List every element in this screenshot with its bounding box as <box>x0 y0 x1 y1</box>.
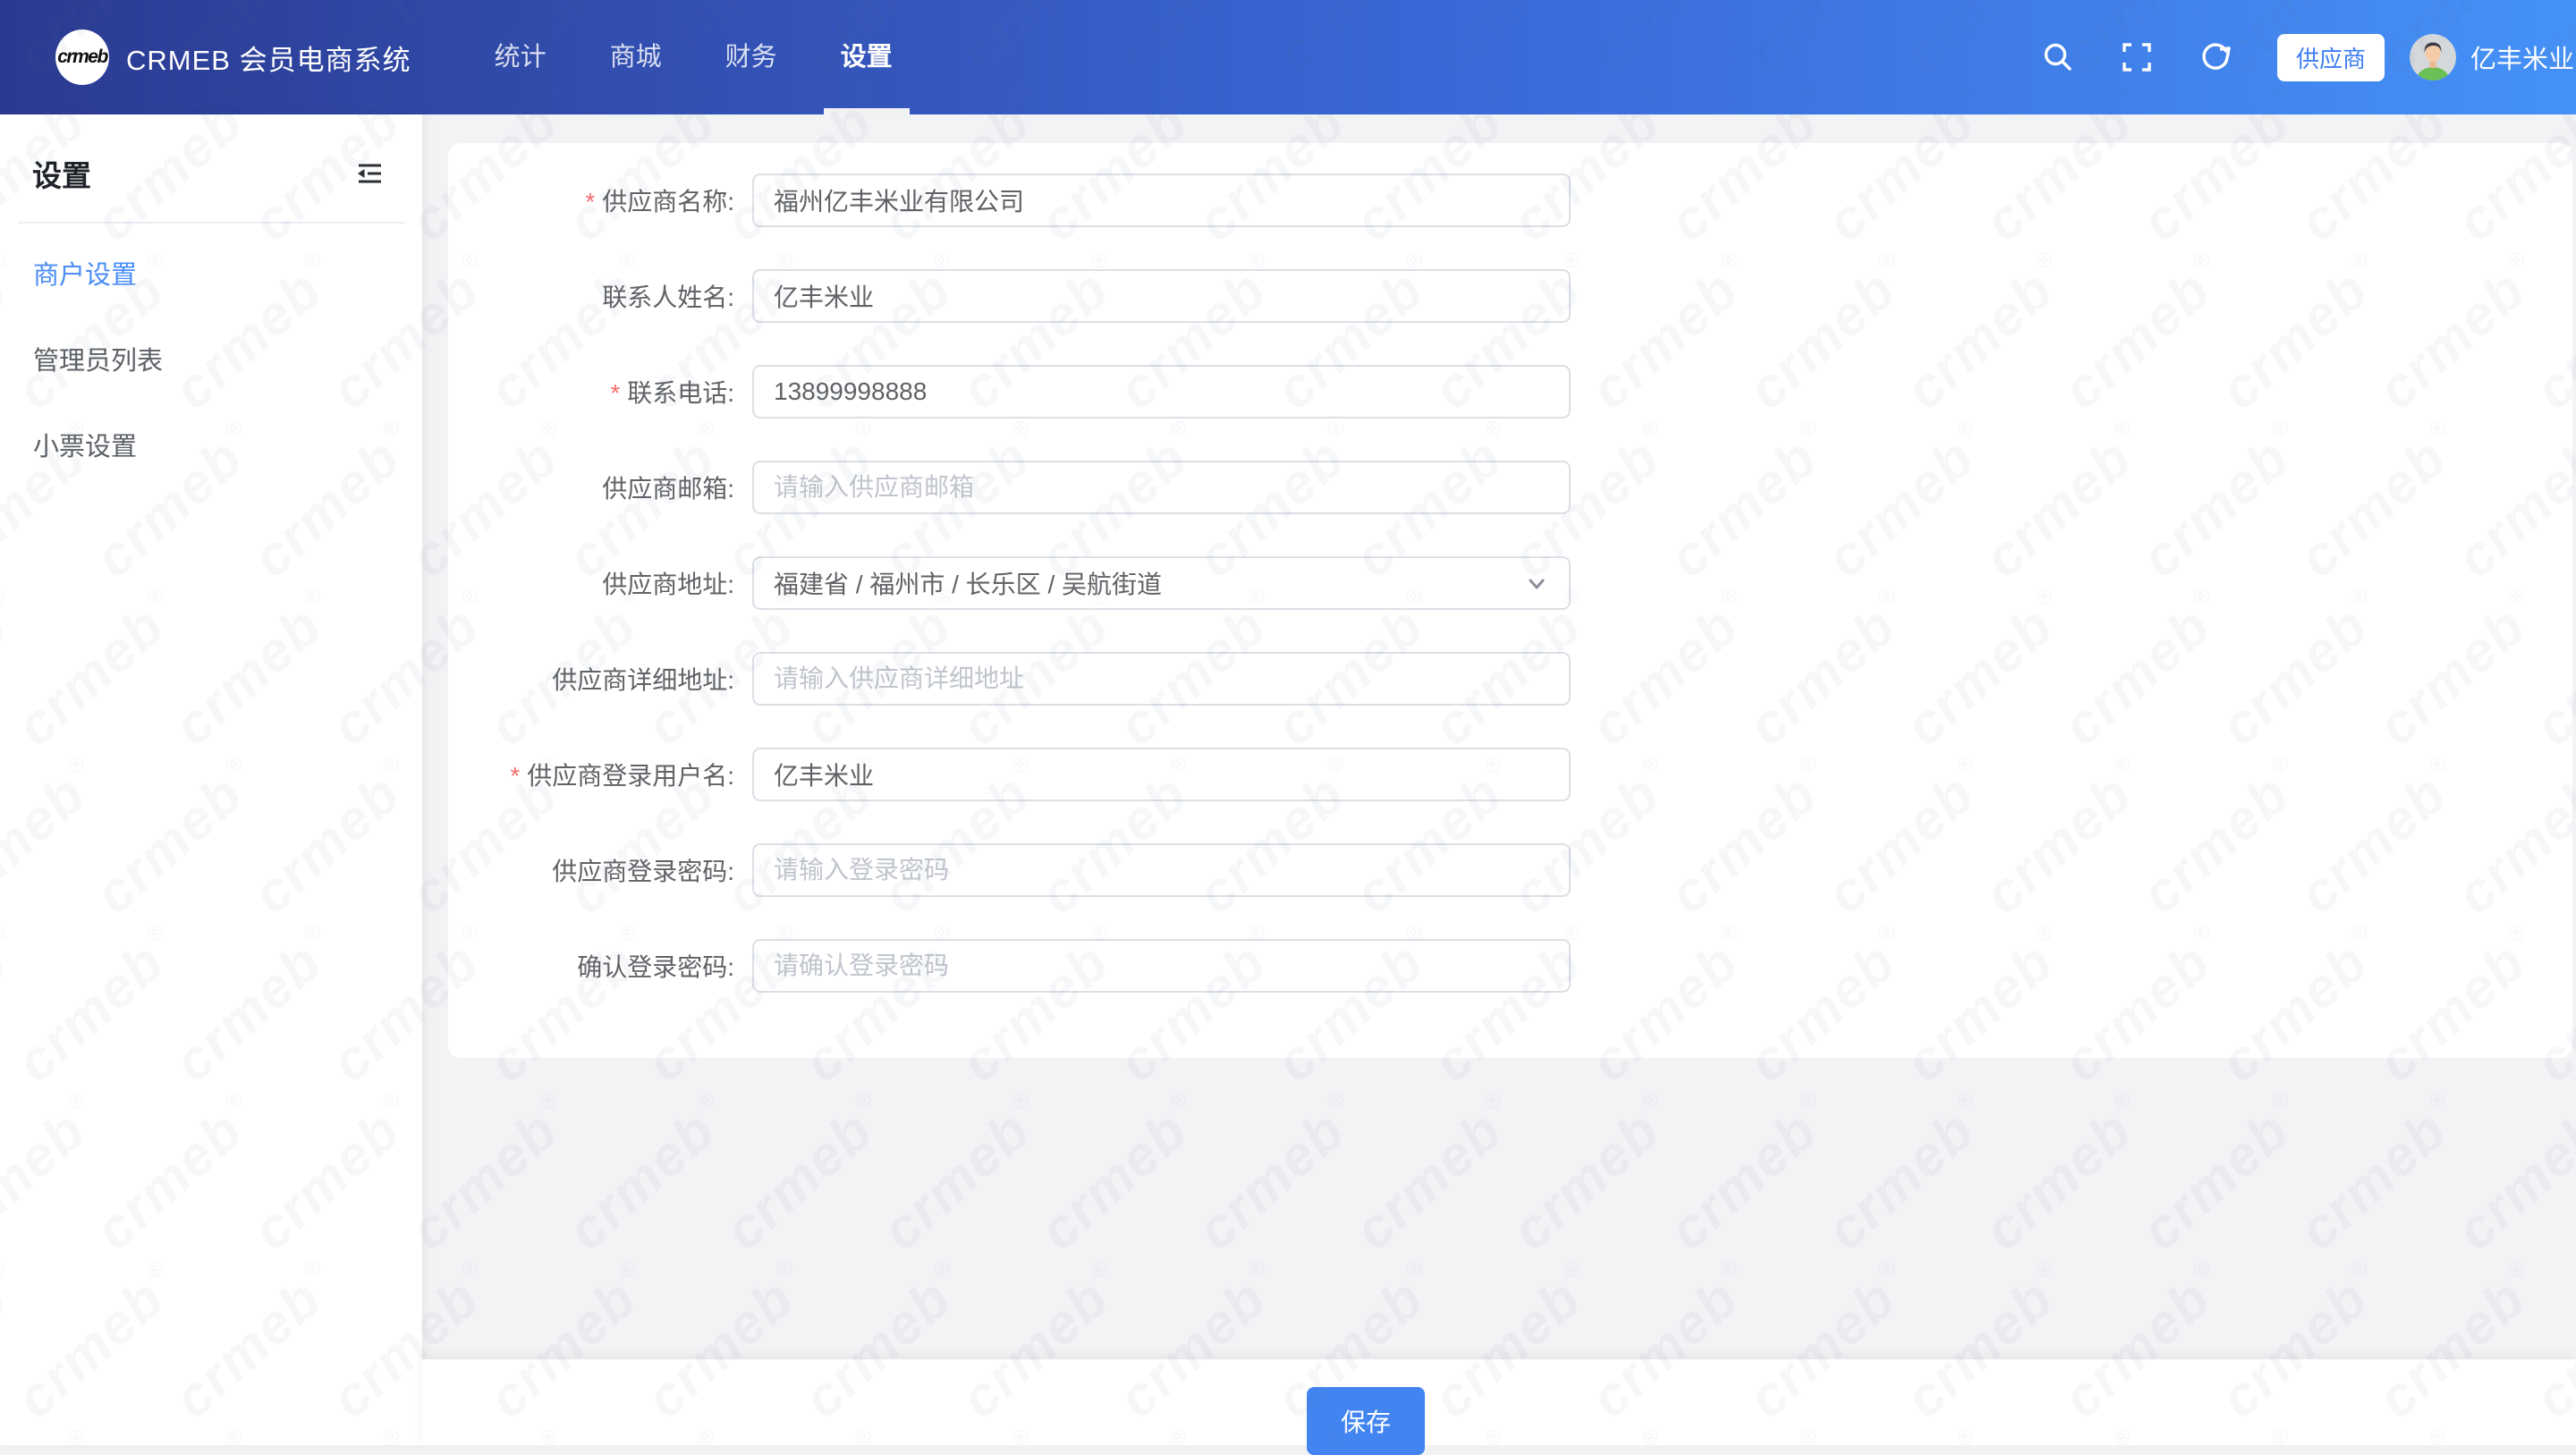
form-row-contact-phone: *联系电话: <box>448 365 2572 419</box>
contact-phone-label: *联系电话: <box>448 374 734 410</box>
role-badge[interactable]: 供应商 <box>2277 34 2385 81</box>
supplier-address-value: 福建省 / 福州市 / 长乐区 / 吴航街道 <box>774 565 1162 601</box>
crmeb-logo: crmeb <box>55 30 109 85</box>
top-nav: 统计 商城 财务 设置 <box>478 0 939 114</box>
form-row-supplier-detail-address: 供应商详细地址: <box>448 652 2572 706</box>
logo-text: crmeb <box>57 47 107 68</box>
sidebar-head: 设置 <box>0 114 422 195</box>
supplier-name-label: *供应商名称: <box>448 182 734 218</box>
supplier-name-input[interactable] <box>752 173 1571 227</box>
form-row-supplier-email: 供应商邮箱: <box>448 461 2572 514</box>
avatar-image <box>2410 34 2456 80</box>
required-mark: * <box>610 379 620 407</box>
app-header: crmeb CRMEB 会员电商系统 统计 商城 财务 设置 供应商 <box>0 0 2576 114</box>
refresh-icon[interactable] <box>2199 40 2233 74</box>
contact-name-label: 联系人姓名: <box>448 278 734 314</box>
sidebar-item-admin-list[interactable]: 管理员列表 <box>0 318 422 404</box>
username[interactable]: 亿丰米业 <box>2470 38 2574 76</box>
nav-item-mall[interactable]: 商城 <box>593 0 679 114</box>
merchant-settings-card: *供应商名称: 联系人姓名: *联系电话: 供应商邮箱: 供应商地址: 福建省 … <box>448 143 2572 1058</box>
header-tools: 供应商 亿丰米业 <box>2041 34 2576 81</box>
required-mark: * <box>510 762 520 790</box>
app-title: CRMEB 会员电商系统 <box>126 38 411 78</box>
supplier-email-input[interactable] <box>752 461 1571 514</box>
main-content: *供应商名称: 联系人姓名: *联系电话: 供应商邮箱: 供应商地址: 福建省 … <box>422 114 2576 1445</box>
confirm-password-input[interactable] <box>752 939 1571 993</box>
form-row-login-username: *供应商登录用户名: <box>448 748 2572 801</box>
contact-name-input[interactable] <box>752 269 1571 323</box>
supplier-email-label: 供应商邮箱: <box>448 469 734 505</box>
nav-item-settings[interactable]: 设置 <box>824 0 910 114</box>
login-username-input[interactable] <box>752 748 1571 801</box>
brand: crmeb CRMEB 会员电商系统 <box>55 30 411 85</box>
search-icon[interactable] <box>2041 40 2075 74</box>
contact-phone-input[interactable] <box>752 365 1571 419</box>
nav-item-statistics[interactable]: 统计 <box>478 0 564 114</box>
sidebar-menu: 商户设置 管理员列表 小票设置 <box>0 224 422 490</box>
login-password-label: 供应商登录密码: <box>448 852 734 888</box>
supplier-detail-address-input[interactable] <box>752 652 1571 706</box>
avatar[interactable] <box>2410 34 2456 80</box>
fullscreen-icon[interactable] <box>2120 40 2154 74</box>
collapse-menu-icon[interactable] <box>356 162 383 185</box>
settings-sidebar: 设置 商户设置 管理员列表 小票设置 <box>0 114 422 1445</box>
supplier-address-select[interactable]: 福建省 / 福州市 / 长乐区 / 吴航街道 <box>752 556 1571 610</box>
supplier-detail-address-label: 供应商详细地址: <box>448 661 734 697</box>
sidebar-item-merchant-settings[interactable]: 商户设置 <box>0 233 422 318</box>
footer-bar <box>422 1359 2576 1445</box>
form-row-supplier-name: *供应商名称: <box>448 173 2572 227</box>
confirm-password-label: 确认登录密码: <box>448 948 734 984</box>
form-row-supplier-address: 供应商地址: 福建省 / 福州市 / 长乐区 / 吴航街道 <box>448 556 2572 610</box>
form-row-contact-name: 联系人姓名: <box>448 269 2572 323</box>
login-username-label: *供应商登录用户名: <box>448 757 734 792</box>
sidebar-item-receipt-settings[interactable]: 小票设置 <box>0 404 422 490</box>
login-password-input[interactable] <box>752 843 1571 897</box>
form-row-confirm-password: 确认登录密码: <box>448 939 2572 993</box>
required-mark: * <box>585 188 595 216</box>
chevron-down-icon <box>1524 571 1549 596</box>
form-row-login-password: 供应商登录密码: <box>448 843 2572 897</box>
supplier-address-label: 供应商地址: <box>448 565 734 601</box>
nav-item-finance[interactable]: 财务 <box>708 0 794 114</box>
sidebar-title: 设置 <box>32 152 91 195</box>
